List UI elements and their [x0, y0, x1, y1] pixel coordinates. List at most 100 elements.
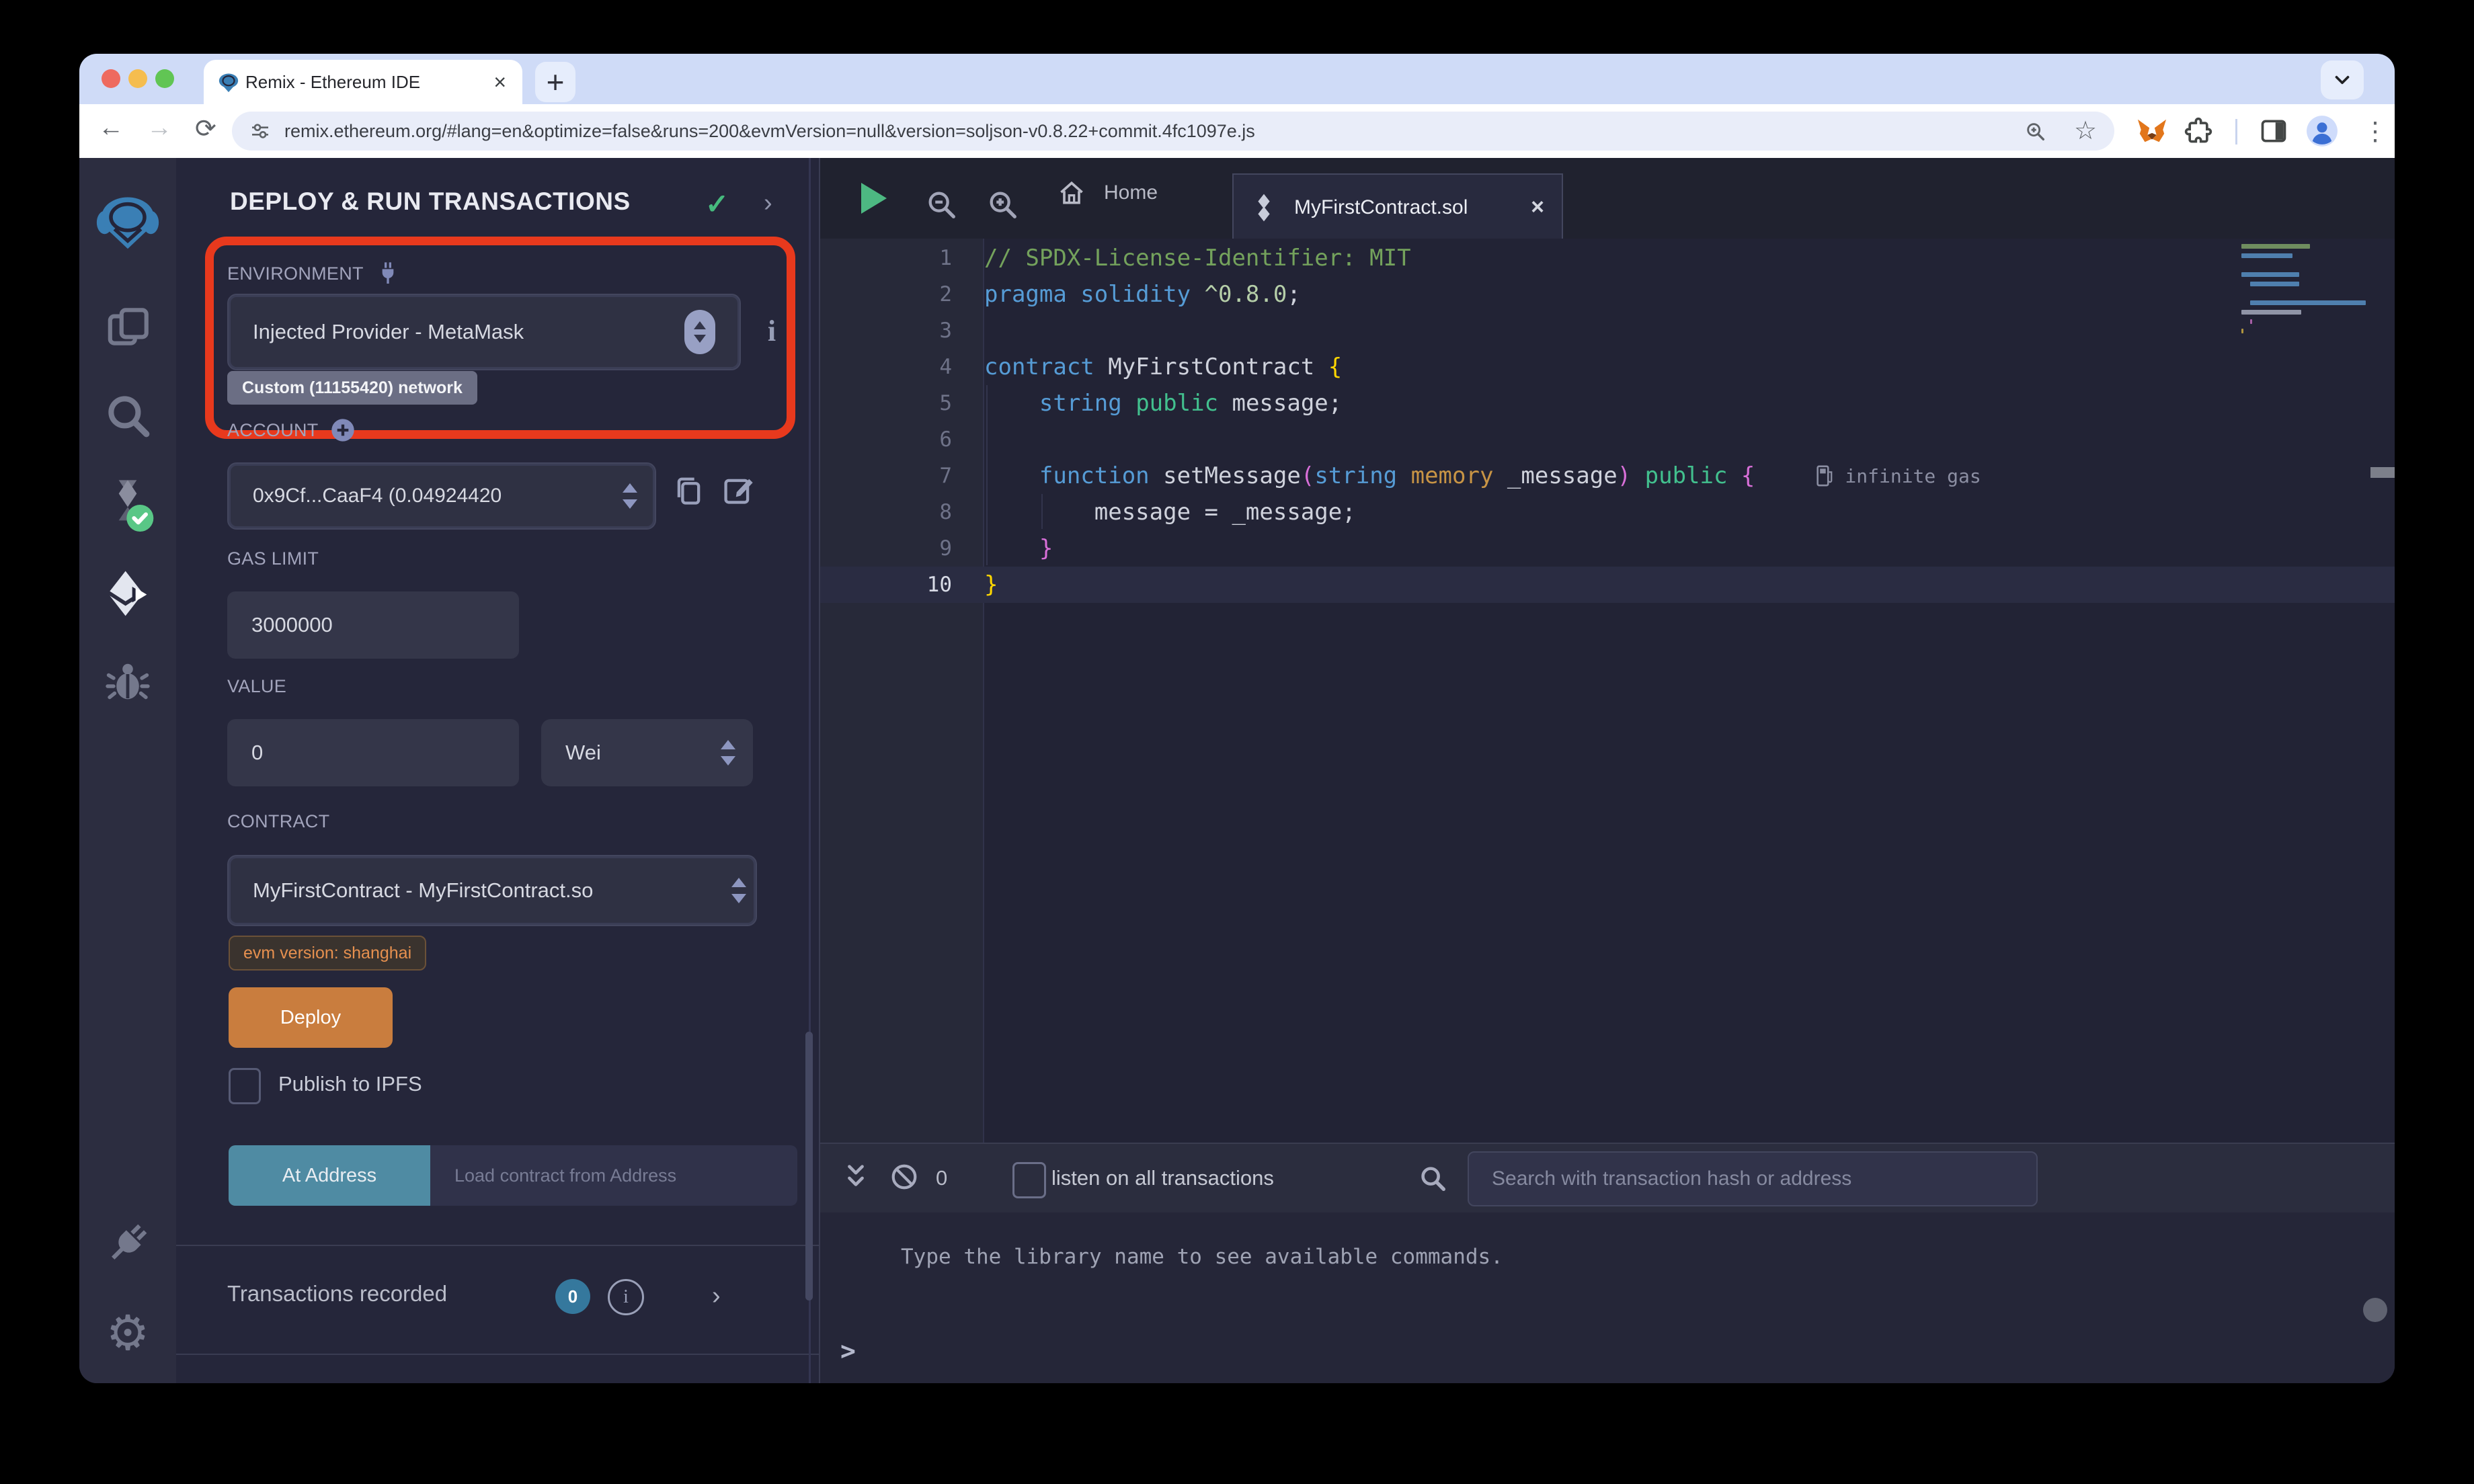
browser-tabstrip: Remix - Ethereum IDE × + — [79, 54, 2395, 104]
bookmark-star-icon[interactable]: ☆ — [2074, 116, 2097, 146]
zoom-in-icon[interactable] — [986, 188, 1021, 226]
minimap-line — [2241, 272, 2299, 277]
line-number[interactable]: 8 — [820, 500, 984, 524]
value-input[interactable] — [227, 719, 519, 786]
code-line[interactable]: 6 — [820, 421, 2395, 458]
tab-file-active[interactable]: MyFirstContract.sol × — [1232, 173, 1563, 240]
line-number[interactable]: 1 — [820, 246, 984, 270]
line-number[interactable]: 2 — [820, 282, 984, 306]
code-line[interactable]: 1// SPDX-License-Identifier: MIT — [820, 240, 2395, 276]
tab-file-close-icon[interactable]: × — [1531, 194, 1544, 220]
editor-scrollbar-thumb[interactable] — [2370, 467, 2395, 478]
remix-logo-icon[interactable] — [79, 190, 176, 255]
add-account-icon[interactable] — [329, 417, 356, 444]
line-content: pragma solidity ^0.8.0; — [984, 281, 1301, 308]
collapse-terminal-icon[interactable] — [840, 1161, 871, 1196]
select-arrows-icon — [731, 878, 746, 903]
line-number[interactable]: 6 — [820, 427, 984, 452]
toolbar-divider — [2235, 119, 2237, 145]
remix-app: ⚙ DEPLOY & RUN TRANSACTIONS ✓ › ENVIRONM… — [79, 158, 2395, 1383]
indent-guide — [986, 385, 988, 565]
plugin-manager-icon[interactable] — [79, 1213, 176, 1274]
transactions-info-icon[interactable]: i — [608, 1279, 644, 1315]
listen-all-checkbox[interactable] — [1012, 1162, 1046, 1198]
code-editor[interactable]: 1// SPDX-License-Identifier: MIT2pragma … — [820, 239, 2395, 1143]
code-line[interactable]: 10} — [820, 567, 2395, 603]
value-unit: Wei — [565, 741, 601, 765]
url-text[interactable]: remix.ethereum.org/#lang=en&optimize=fal… — [284, 121, 1255, 142]
run-script-play-icon[interactable] — [861, 183, 887, 214]
tab-close-icon[interactable]: × — [493, 71, 506, 93]
edit-account-icon[interactable] — [721, 472, 756, 511]
line-number[interactable]: 9 — [820, 536, 984, 561]
publish-ipfs-checkbox[interactable] — [229, 1068, 261, 1104]
account-select[interactable]: 0x9Cf...CaaF4 (0.04924420 — [227, 462, 656, 530]
line-number[interactable]: 7 — [820, 464, 984, 488]
solidity-file-icon — [1251, 193, 1277, 222]
back-button[interactable]: ← — [98, 114, 124, 142]
transactions-expand-icon[interactable]: › — [712, 1282, 721, 1311]
value-unit-select[interactable]: Wei — [541, 719, 753, 786]
line-number[interactable]: 4 — [820, 355, 984, 379]
code-line[interactable]: 4contract MyFirstContract { — [820, 349, 2395, 385]
terminal-prompt[interactable]: > — [840, 1336, 856, 1366]
close-window-button[interactable] — [102, 69, 120, 88]
line-number[interactable]: 5 — [820, 391, 984, 415]
search-icon[interactable] — [79, 385, 176, 446]
solidity-compiler-icon[interactable] — [79, 472, 176, 537]
deploy-button[interactable]: Deploy — [229, 987, 393, 1048]
zoom-window-button[interactable] — [155, 69, 174, 88]
zoom-out-icon[interactable] — [924, 188, 959, 226]
terminal-listen-count: 0 — [936, 1166, 947, 1190]
file-explorer-icon[interactable] — [79, 296, 176, 357]
gas-limit-input[interactable] — [227, 591, 519, 659]
line-content: } — [984, 571, 998, 598]
code-line[interactable]: 5 string public message; — [820, 385, 2395, 421]
contract-select[interactable]: MyFirstContract - MyFirstContract.so — [227, 855, 757, 926]
terminal-search-icon — [1417, 1163, 1448, 1197]
extensions-puzzle-icon[interactable] — [2182, 114, 2215, 148]
panel-divider — [176, 1245, 819, 1246]
tab-search-button[interactable] — [2321, 60, 2364, 99]
code-line[interactable]: 7 function setMessage(string memory _mes… — [820, 458, 2395, 494]
line-number[interactable]: 10 — [820, 573, 984, 597]
browser-tab[interactable]: Remix - Ethereum IDE × — [204, 60, 522, 104]
gas-annotation: infinite gas — [1815, 464, 1981, 487]
side-panel-icon[interactable] — [2257, 114, 2290, 148]
metamask-extension-icon[interactable] — [2135, 114, 2169, 148]
at-address-input[interactable] — [430, 1145, 797, 1206]
listen-all-label[interactable]: listen on all transactions — [1051, 1166, 1274, 1190]
minimap[interactable] — [2241, 244, 2369, 338]
zoom-page-icon[interactable] — [2024, 120, 2047, 143]
forward-button: → — [147, 114, 172, 142]
at-address-button[interactable]: At Address — [229, 1145, 430, 1206]
clear-console-icon[interactable] — [889, 1161, 920, 1196]
profile-avatar[interactable] — [2305, 114, 2339, 148]
reload-button[interactable]: ⟳ — [195, 114, 216, 144]
settings-gear-icon[interactable]: ⚙ — [79, 1301, 176, 1365]
contract-value: MyFirstContract - MyFirstContract.so — [253, 878, 593, 903]
terminal-search-input[interactable] — [1468, 1151, 2038, 1206]
new-tab-button[interactable]: + — [535, 62, 575, 102]
tab-title: Remix - Ethereum IDE — [245, 72, 420, 93]
scroll-to-bottom-button[interactable] — [2363, 1298, 2387, 1322]
tutorial-highlight-box — [205, 237, 795, 439]
code-line[interactable]: 8 message = _message; — [820, 494, 2395, 530]
copy-account-icon[interactable] — [671, 472, 706, 511]
site-settings-icon[interactable] — [249, 120, 271, 142]
minimap-line — [2250, 282, 2299, 286]
deploy-run-icon[interactable] — [79, 563, 176, 624]
browser-menu-icon[interactable]: ⋮ — [2362, 116, 2388, 147]
code-line[interactable]: 3 — [820, 313, 2395, 349]
code-line[interactable]: 2pragma solidity ^0.8.0; — [820, 276, 2395, 313]
address-bar[interactable]: remix.ethereum.org/#lang=en&optimize=fal… — [232, 112, 2114, 151]
tab-home[interactable]: Home — [1057, 178, 1158, 208]
debugger-bug-icon[interactable] — [79, 650, 176, 710]
minimize-window-button[interactable] — [128, 69, 147, 88]
line-number[interactable]: 3 — [820, 319, 984, 343]
code-line[interactable]: 9 } — [820, 530, 2395, 567]
panel-chevron-icon[interactable]: › — [764, 189, 772, 218]
tab-file-label: MyFirstContract.sol — [1294, 196, 1468, 219]
panel-scrollbar-thumb[interactable] — [805, 1032, 813, 1301]
publish-ipfs-label[interactable]: Publish to IPFS — [278, 1072, 422, 1096]
